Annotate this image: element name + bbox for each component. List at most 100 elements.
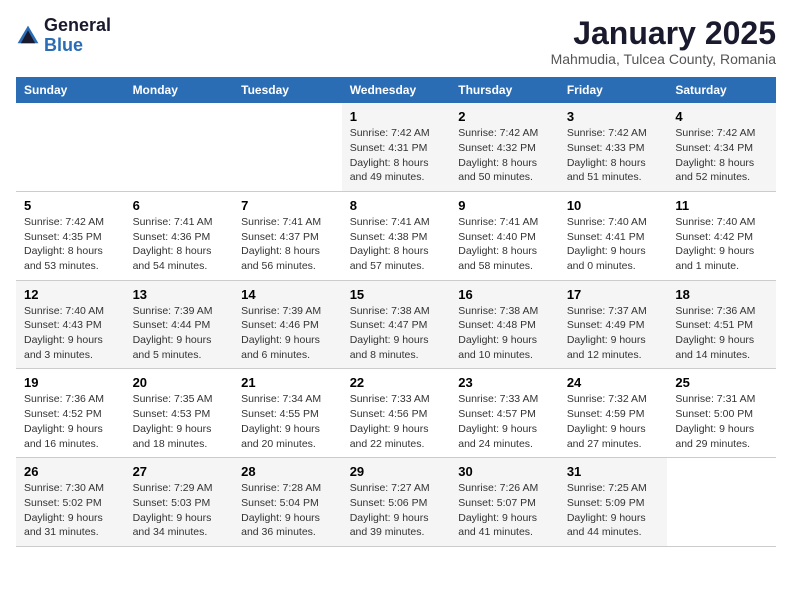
day-info: Sunrise: 7:41 AM Sunset: 4:37 PM Dayligh… — [241, 215, 334, 274]
calendar-week-row: 12 Sunrise: 7:40 AM Sunset: 4:43 PM Dayli… — [16, 280, 776, 369]
day-number: 26 — [24, 464, 117, 479]
calendar-cell: 8 Sunrise: 7:41 AM Sunset: 4:38 PM Daylig… — [342, 191, 451, 280]
day-info: Sunrise: 7:40 AM Sunset: 4:41 PM Dayligh… — [567, 215, 660, 274]
day-info: Sunrise: 7:38 AM Sunset: 4:48 PM Dayligh… — [458, 304, 551, 363]
day-info: Sunrise: 7:42 AM Sunset: 4:31 PM Dayligh… — [350, 126, 443, 185]
day-number: 23 — [458, 375, 551, 390]
day-number: 17 — [567, 287, 660, 302]
day-number: 29 — [350, 464, 443, 479]
day-number: 30 — [458, 464, 551, 479]
day-number: 28 — [241, 464, 334, 479]
calendar-cell: 23 Sunrise: 7:33 AM Sunset: 4:57 PM Dayli… — [450, 369, 559, 458]
day-info: Sunrise: 7:42 AM Sunset: 4:35 PM Dayligh… — [24, 215, 117, 274]
day-number: 24 — [567, 375, 660, 390]
day-info: Sunrise: 7:27 AM Sunset: 5:06 PM Dayligh… — [350, 481, 443, 540]
calendar-week-row: 1Sunrise: 7:42 AM Sunset: 4:31 PM Daylig… — [16, 103, 776, 191]
day-info: Sunrise: 7:28 AM Sunset: 5:04 PM Dayligh… — [241, 481, 334, 540]
calendar-cell: 11 Sunrise: 7:40 AM Sunset: 4:42 PM Dayli… — [667, 191, 776, 280]
col-header-saturday: Saturday — [667, 77, 776, 103]
day-number: 12 — [24, 287, 117, 302]
col-header-thursday: Thursday — [450, 77, 559, 103]
day-info: Sunrise: 7:31 AM Sunset: 5:00 PM Dayligh… — [675, 392, 768, 451]
calendar-cell: 3 Sunrise: 7:42 AM Sunset: 4:33 PM Daylig… — [559, 103, 668, 191]
day-info: Sunrise: 7:36 AM Sunset: 4:52 PM Dayligh… — [24, 392, 117, 451]
day-info: Sunrise: 7:41 AM Sunset: 4:40 PM Dayligh… — [458, 215, 551, 274]
day-number: 27 — [133, 464, 226, 479]
calendar-cell: 19 Sunrise: 7:36 AM Sunset: 4:52 PM Dayli… — [16, 369, 125, 458]
calendar-cell: 1Sunrise: 7:42 AM Sunset: 4:31 PM Daylig… — [342, 103, 451, 191]
calendar-cell: 30Sunrise: 7:26 AM Sunset: 5:07 PM Dayli… — [450, 458, 559, 547]
col-header-friday: Friday — [559, 77, 668, 103]
logo: General Blue — [16, 16, 111, 56]
day-info: Sunrise: 7:33 AM Sunset: 4:57 PM Dayligh… — [458, 392, 551, 451]
day-number: 25 — [675, 375, 768, 390]
day-number: 11 — [675, 198, 768, 213]
day-number: 4 — [675, 109, 768, 124]
calendar-cell: 16 Sunrise: 7:38 AM Sunset: 4:48 PM Dayli… — [450, 280, 559, 369]
day-info: Sunrise: 7:42 AM Sunset: 4:33 PM Dayligh… — [567, 126, 660, 185]
day-number: 6 — [133, 198, 226, 213]
calendar-cell: 15 Sunrise: 7:38 AM Sunset: 4:47 PM Dayli… — [342, 280, 451, 369]
day-number: 14 — [241, 287, 334, 302]
day-info: Sunrise: 7:35 AM Sunset: 4:53 PM Dayligh… — [133, 392, 226, 451]
subtitle: Mahmudia, Tulcea County, Romania — [551, 51, 776, 67]
calendar-week-row: 19 Sunrise: 7:36 AM Sunset: 4:52 PM Dayli… — [16, 369, 776, 458]
day-number: 7 — [241, 198, 334, 213]
logo-text-general: General — [44, 15, 111, 35]
calendar-cell — [125, 103, 234, 191]
calendar-cell: 17 Sunrise: 7:37 AM Sunset: 4:49 PM Dayli… — [559, 280, 668, 369]
calendar-cell: 4 Sunrise: 7:42 AM Sunset: 4:34 PM Daylig… — [667, 103, 776, 191]
calendar-cell: 28 Sunrise: 7:28 AM Sunset: 5:04 PM Dayli… — [233, 458, 342, 547]
calendar-cell — [233, 103, 342, 191]
day-info: Sunrise: 7:30 AM Sunset: 5:02 PM Dayligh… — [24, 481, 117, 540]
day-number: 19 — [24, 375, 117, 390]
day-number: 9 — [458, 198, 551, 213]
title-block: January 2025 Mahmudia, Tulcea County, Ro… — [551, 16, 776, 67]
day-number: 31 — [567, 464, 660, 479]
calendar-cell: 31Sunrise: 7:25 AM Sunset: 5:09 PM Dayli… — [559, 458, 668, 547]
calendar-cell: 26 Sunrise: 7:30 AM Sunset: 5:02 PM Dayli… — [16, 458, 125, 547]
day-number: 2 — [458, 109, 551, 124]
col-header-wednesday: Wednesday — [342, 77, 451, 103]
day-number: 16 — [458, 287, 551, 302]
calendar-cell — [16, 103, 125, 191]
day-number: 8 — [350, 198, 443, 213]
calendar-cell — [667, 458, 776, 547]
day-info: Sunrise: 7:40 AM Sunset: 4:42 PM Dayligh… — [675, 215, 768, 274]
calendar-cell: 27 Sunrise: 7:29 AM Sunset: 5:03 PM Dayli… — [125, 458, 234, 547]
calendar-header-row: SundayMondayTuesdayWednesdayThursdayFrid… — [16, 77, 776, 103]
calendar-cell: 14Sunrise: 7:39 AM Sunset: 4:46 PM Dayli… — [233, 280, 342, 369]
day-info: Sunrise: 7:39 AM Sunset: 4:44 PM Dayligh… — [133, 304, 226, 363]
calendar-cell: 5Sunrise: 7:42 AM Sunset: 4:35 PM Daylig… — [16, 191, 125, 280]
day-number: 13 — [133, 287, 226, 302]
col-header-tuesday: Tuesday — [233, 77, 342, 103]
calendar-cell: 12 Sunrise: 7:40 AM Sunset: 4:43 PM Dayli… — [16, 280, 125, 369]
col-header-monday: Monday — [125, 77, 234, 103]
col-header-sunday: Sunday — [16, 77, 125, 103]
calendar-cell: 21Sunrise: 7:34 AM Sunset: 4:55 PM Dayli… — [233, 369, 342, 458]
day-info: Sunrise: 7:41 AM Sunset: 4:38 PM Dayligh… — [350, 215, 443, 274]
calendar-cell: 24Sunrise: 7:32 AM Sunset: 4:59 PM Dayli… — [559, 369, 668, 458]
day-info: Sunrise: 7:38 AM Sunset: 4:47 PM Dayligh… — [350, 304, 443, 363]
calendar-cell: 22 Sunrise: 7:33 AM Sunset: 4:56 PM Dayli… — [342, 369, 451, 458]
calendar-cell: 10 Sunrise: 7:40 AM Sunset: 4:41 PM Dayli… — [559, 191, 668, 280]
day-number: 20 — [133, 375, 226, 390]
logo-icon — [16, 24, 40, 48]
day-info: Sunrise: 7:36 AM Sunset: 4:51 PM Dayligh… — [675, 304, 768, 363]
calendar-cell: 29 Sunrise: 7:27 AM Sunset: 5:06 PM Dayli… — [342, 458, 451, 547]
day-info: Sunrise: 7:42 AM Sunset: 4:34 PM Dayligh… — [675, 126, 768, 185]
day-info: Sunrise: 7:33 AM Sunset: 4:56 PM Dayligh… — [350, 392, 443, 451]
calendar-cell: 2Sunrise: 7:42 AM Sunset: 4:32 PM Daylig… — [450, 103, 559, 191]
logo-text-blue: Blue — [44, 35, 83, 55]
day-number: 10 — [567, 198, 660, 213]
day-info: Sunrise: 7:29 AM Sunset: 5:03 PM Dayligh… — [133, 481, 226, 540]
day-number: 15 — [350, 287, 443, 302]
day-info: Sunrise: 7:40 AM Sunset: 4:43 PM Dayligh… — [24, 304, 117, 363]
calendar-cell: 9 Sunrise: 7:41 AM Sunset: 4:40 PM Daylig… — [450, 191, 559, 280]
page-header: General Blue January 2025 Mahmudia, Tulc… — [16, 16, 776, 67]
day-info: Sunrise: 7:34 AM Sunset: 4:55 PM Dayligh… — [241, 392, 334, 451]
day-number: 18 — [675, 287, 768, 302]
day-info: Sunrise: 7:37 AM Sunset: 4:49 PM Dayligh… — [567, 304, 660, 363]
day-number: 3 — [567, 109, 660, 124]
day-number: 22 — [350, 375, 443, 390]
